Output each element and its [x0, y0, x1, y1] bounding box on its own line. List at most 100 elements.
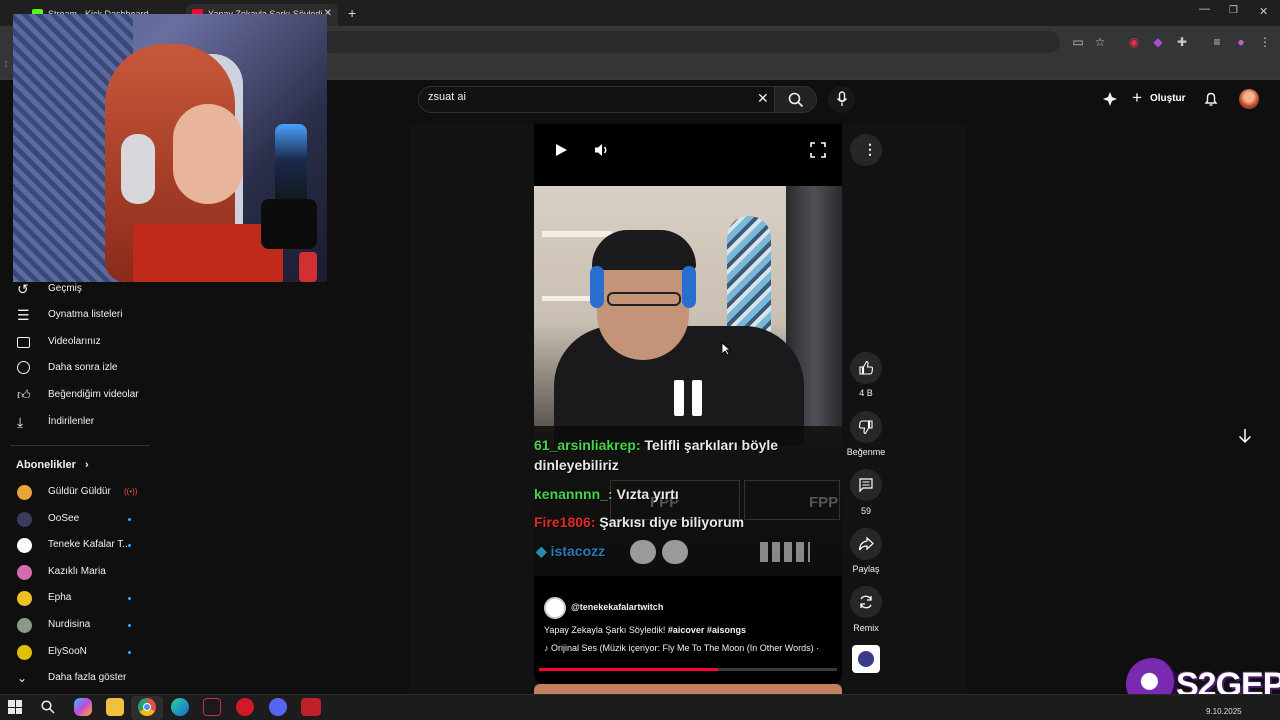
channel-handle[interactable]: @tenekekafalartwitch	[571, 602, 663, 612]
live-icon: ((•))	[124, 487, 138, 496]
extension-purple-icon[interactable]: ◆	[1151, 35, 1165, 49]
sidebar-item-your-videos[interactable]: Videolarınız	[0, 331, 152, 353]
windows-taskbar	[0, 694, 1280, 720]
hashtags-link[interactable]: #aicover #aisongs	[668, 625, 746, 635]
sidebar-item-label: Beğendiğim videolar	[48, 389, 139, 400]
mouse-cursor-icon	[721, 342, 731, 356]
subscription-item[interactable]: Nurdisina	[0, 614, 152, 636]
like-button[interactable]	[850, 352, 882, 384]
sidebar-item-label: Oynatma listeleri	[48, 309, 123, 320]
new-tab-button[interactable]: +	[348, 5, 356, 21]
chevron-down-icon: ⌄	[17, 671, 28, 685]
search-input[interactable]	[418, 86, 775, 113]
share-label: Paylaş	[852, 564, 880, 574]
discord-icon[interactable]	[269, 698, 287, 716]
clock-icon	[17, 361, 30, 374]
video-editor-icon[interactable]	[301, 698, 321, 716]
show-more-button[interactable]: ⌄ Daha fazla göster	[0, 667, 152, 689]
extensions-puzzle-icon[interactable]: ✚	[1175, 35, 1189, 49]
arrow-down-icon[interactable]	[1238, 428, 1252, 444]
pause-icon[interactable]	[674, 380, 704, 416]
taskbar-search-icon[interactable]	[41, 700, 55, 714]
sound-thumbnail[interactable]	[852, 645, 880, 673]
new-content-dot	[128, 624, 131, 627]
create-button[interactable]: + Oluştur	[1130, 88, 1186, 110]
download-icon: ⤓	[17, 414, 24, 430]
media-control-icon[interactable]: ≡	[1210, 35, 1224, 49]
share-button[interactable]	[850, 528, 882, 560]
obs-scroll-handle[interactable]: ⁞	[5, 60, 13, 74]
minimize-icon[interactable]: —	[1199, 3, 1210, 15]
dislike-label: Beğenme	[846, 447, 886, 457]
hud-label: FPP	[809, 494, 839, 511]
voice-search-button[interactable]	[828, 86, 855, 113]
comment-icon	[859, 478, 873, 493]
copilot-icon[interactable]	[74, 698, 92, 716]
streamer-face	[173, 104, 243, 204]
emote	[760, 542, 810, 562]
bookmark-star-icon[interactable]: ☆	[1093, 35, 1107, 49]
window-close-icon[interactable]: ✕	[1259, 5, 1268, 18]
fullscreen-icon[interactable]	[810, 142, 826, 158]
dislike-button[interactable]	[850, 411, 882, 443]
emote	[662, 540, 688, 564]
subscription-item[interactable]: ElySooN	[0, 641, 152, 663]
play-icon[interactable]	[554, 143, 568, 157]
history-icon: ↺	[17, 281, 29, 297]
audio-track[interactable]: ♪ Orijinal Ses (Müzik içeriyor: Fly Me T…	[544, 643, 836, 653]
sidebar-item-downloads[interactable]: ⤓ İndirilenler	[0, 411, 152, 433]
thumbs-down-icon	[858, 420, 873, 435]
sidebar-item-liked-videos[interactable]: 👍︎ Beğendiğim videolar	[0, 384, 152, 406]
browser-menu-icon[interactable]: ⋮	[1258, 35, 1272, 49]
emote-row	[620, 538, 840, 568]
channel-avatar	[17, 645, 32, 660]
subscription-item[interactable]: Güldür Güldür ((•))	[0, 481, 152, 503]
microphone-mount	[261, 199, 317, 249]
comments-button[interactable]	[850, 469, 882, 501]
streamer-headphones	[121, 134, 155, 204]
clear-search-icon[interactable]: ✕	[757, 90, 769, 107]
active-app-indicator	[131, 696, 163, 720]
volume-icon[interactable]	[594, 143, 610, 157]
chat-message: ◆ istacozz	[536, 543, 606, 559]
webcam-overlay	[13, 14, 327, 282]
vector-app-icon[interactable]	[203, 698, 221, 716]
playlists-icon: ☰	[17, 307, 30, 323]
taskbar-date: 9.10.2025	[1206, 707, 1242, 716]
subscriptions-heading[interactable]: Abonelikler ›	[16, 459, 89, 471]
edge-icon[interactable]	[171, 698, 189, 716]
restore-icon[interactable]: ❐	[1229, 5, 1238, 16]
sidebar-item-label: Videolarınız	[48, 336, 101, 347]
file-explorer-icon[interactable]	[106, 698, 124, 716]
subscription-item[interactable]: OoSee	[0, 508, 152, 530]
more-options-button[interactable]: ⋮	[850, 134, 882, 166]
sidebar-item-playlists[interactable]: ☰ Oynatma listeleri	[0, 304, 152, 326]
sidebar-item-label: Daha sonra izle	[48, 362, 118, 373]
subscription-item[interactable]: Epha	[0, 587, 152, 609]
remix-button[interactable]	[850, 586, 882, 618]
address-bar[interactable]	[320, 31, 1060, 53]
progress-track[interactable]	[539, 668, 837, 671]
chat-message: 61_arsinliakrep: Telifli şarkıları böyle	[534, 437, 779, 453]
ai-sparkle-icon[interactable]	[1102, 91, 1118, 107]
profile-icon[interactable]: ●	[1234, 35, 1248, 49]
windows-start-icon[interactable]	[8, 700, 22, 714]
account-avatar[interactable]	[1239, 89, 1259, 109]
notifications-bell-icon[interactable]	[1203, 91, 1219, 107]
channel-avatar	[17, 618, 32, 633]
microphone-icon	[836, 91, 848, 106]
desk-figurine	[299, 252, 317, 282]
channel-avatar	[17, 512, 32, 527]
share-arrow-icon	[858, 536, 874, 551]
red-app-icon[interactable]	[236, 698, 254, 716]
channel-avatar	[17, 591, 32, 606]
cast-icon[interactable]: ▭	[1071, 35, 1085, 49]
sidebar-item-watch-later[interactable]: Daha sonra izle	[0, 357, 152, 379]
search-button[interactable]	[775, 86, 817, 113]
extension-red-icon[interactable]: ◉	[1127, 35, 1141, 49]
subscription-item[interactable]: Teneke Kafalar T...	[0, 534, 152, 556]
subscription-item[interactable]: Kazıklı Maria	[0, 561, 152, 583]
channel-avatar[interactable]	[544, 597, 566, 619]
headset-right	[682, 266, 696, 308]
thumbs-up-icon: 👍︎	[17, 387, 31, 402]
